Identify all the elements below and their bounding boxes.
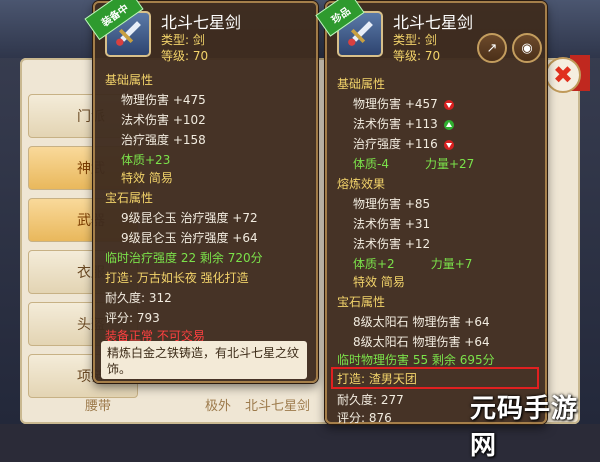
base-title: 基础属性 — [337, 77, 386, 91]
increase-arrow-icon — [443, 119, 454, 130]
gem-line: 8级太阳石 物理伤害 +64 — [353, 335, 490, 349]
constitution-stat: 体质-4 力量+27 — [353, 157, 475, 171]
decrease-arrow-icon — [443, 139, 454, 150]
refine-title: 熔炼效果 — [337, 177, 386, 191]
stat-line: 治疗强度 +158 — [121, 133, 206, 147]
eye-icon: ◉ — [521, 40, 533, 56]
gem-line: 9级昆仑玉 治疗强度 +64 — [121, 231, 258, 245]
score: 评分: 793 — [105, 311, 160, 325]
item-level: 等级: 70 — [393, 49, 441, 63]
close-icon: ✖ — [552, 61, 574, 89]
durability: 耐久度: 277 — [337, 393, 404, 407]
refine-line: 法术伤害 +12 — [353, 237, 431, 251]
decrease-arrow-icon — [443, 99, 454, 110]
constitution-stat: 体质+2 力量+7 — [353, 257, 473, 271]
site-watermark: 元码手游网 — [470, 394, 579, 461]
temp-bonus: 临时治疗强度 22 剩余 720分 — [105, 251, 263, 265]
durability: 耐久度: 312 — [105, 291, 172, 305]
item-name: 北斗七星剑 — [393, 13, 474, 32]
bottom-cell: 极外 — [205, 399, 232, 414]
stat-line: 物理伤害 +475 — [121, 93, 206, 107]
forge-line: 打造: 渣男天团 — [337, 372, 417, 386]
score: 评分: 876 — [337, 411, 392, 425]
share-icon: ↗ — [486, 40, 498, 56]
stat-line: 法术伤害 +113 — [337, 115, 454, 132]
stat-line: 治疗强度 +116 — [337, 135, 454, 152]
equipped-item-tooltip: 装备中 北斗七星剑 类型: 剑 等级: 70 基础属性 物理伤害 +475 法术… — [84, 0, 318, 383]
gem-title: 宝石属性 — [105, 191, 154, 205]
item-name: 北斗七星剑 — [161, 13, 242, 32]
effect-line: 特效 简易 — [353, 275, 405, 289]
base-title: 基础属性 — [105, 73, 154, 87]
share-button[interactable]: ↗ — [477, 33, 507, 63]
effect-line: 特效 简易 — [121, 171, 173, 185]
sidebar-item-belt[interactable]: 腰带 — [85, 395, 111, 414]
temp-bonus: 临时物理伤害 55 剩余 695分 — [337, 353, 495, 367]
refine-line: 法术伤害 +31 — [353, 217, 431, 231]
stat-line: 物理伤害 +457 — [337, 95, 454, 112]
item-type: 类型: 剑 — [393, 33, 437, 47]
gem-title: 宝石属性 — [337, 295, 386, 309]
constitution-stat: 体质+23 — [121, 153, 171, 167]
strength-stat: 力量+27 — [424, 157, 475, 171]
refine-line: 物理伤害 +85 — [353, 197, 431, 211]
item-description: 精炼白金之铁铸造，有北斗七星之纹饰。 — [101, 341, 307, 379]
strength-stat: 力量+7 — [430, 257, 473, 271]
gem-line: 8级太阳石 物理伤害 +64 — [353, 315, 490, 329]
item-type: 类型: 剑 — [161, 33, 205, 47]
gem-line: 9级昆仑玉 治疗强度 +72 — [121, 211, 258, 225]
bottom-cell: 北斗七星剑 — [245, 399, 311, 414]
forge-line: 打造: 万古如长夜 强化打造 — [105, 271, 249, 285]
stat-line: 法术伤害 +102 — [121, 113, 206, 127]
preview-button[interactable]: ◉ — [512, 33, 542, 63]
item-level: 等级: 70 — [161, 49, 209, 63]
compare-item-tooltip: 珍品 北斗七星剑 类型: 剑 等级: 70 ↗ ◉ 基础属性 物理伤害 +457… — [315, 0, 547, 425]
close-button[interactable]: ✖ — [545, 57, 581, 93]
